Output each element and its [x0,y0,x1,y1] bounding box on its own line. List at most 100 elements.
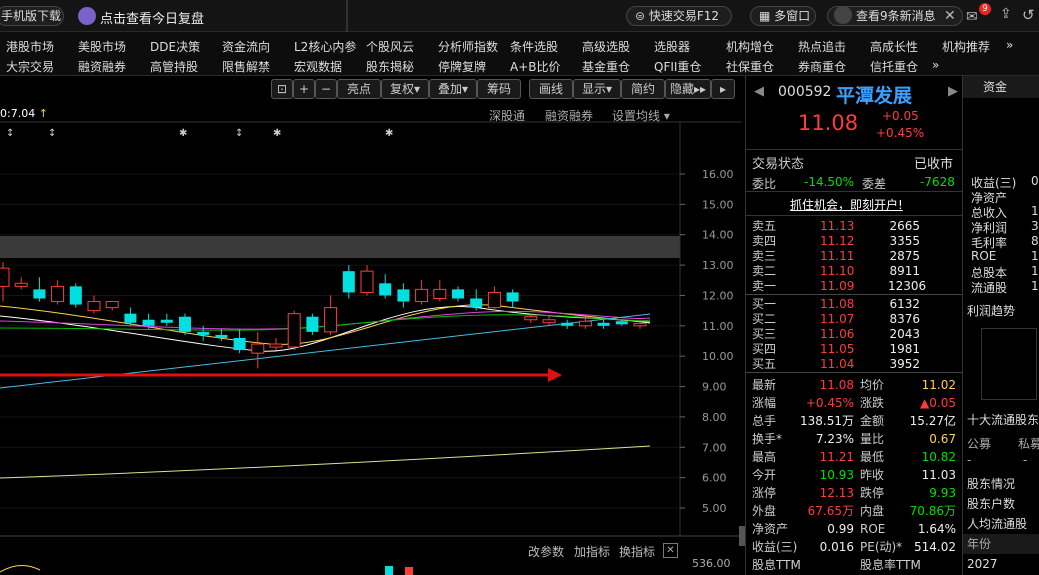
candle-body[interactable] [142,319,155,326]
nav-item[interactable]: 券商重仓 [798,58,846,75]
event-marker-icon[interactable]: ✱ [385,128,393,139]
stat-row: 换手* 7.23% 量比 0.67 [746,432,962,447]
nav-item[interactable]: 分析师指数 [438,38,498,55]
candle-body[interactable] [542,319,556,324]
nav-item[interactable]: 信托重仓 [870,58,918,75]
nav-item[interactable]: 大宗交易 [6,58,54,75]
candle-body[interactable] [597,322,610,326]
candle-body[interactable] [487,291,501,309]
nav-item[interactable]: 资金流向 [222,38,270,55]
nav-more-icon[interactable]: » [932,58,939,72]
event-marker-icon[interactable]: ↕ [235,128,243,139]
nav-more-icon[interactable]: » [1006,38,1013,52]
prev-stock-icon[interactable]: ◀ [754,84,764,99]
messages-button[interactable]: 查看9条新消息 [827,6,963,26]
stat-label: 涨跌 [860,396,885,410]
candle-body[interactable] [287,313,301,348]
candle-body[interactable] [615,321,628,325]
candle-body[interactable] [452,289,464,299]
nav-item[interactable]: 美股市场 [78,38,126,55]
candle-body[interactable] [306,316,319,332]
candle-body[interactable] [51,285,65,303]
nav-item[interactable]: 机构增仓 [726,38,774,55]
candle-body[interactable] [124,313,137,323]
nav-item[interactable]: 基金重仓 [582,58,630,75]
event-marker-icon[interactable]: ✱ [179,128,187,139]
nav-item[interactable]: 港股市场 [6,38,54,55]
switch-indicator-link[interactable]: 换指标 [619,543,655,560]
candle-body[interactable] [160,319,173,323]
candle-body[interactable] [578,320,592,327]
tab-finance[interactable]: 资金 [963,76,1039,98]
candle-body[interactable] [233,337,246,351]
candle-body[interactable] [324,307,338,333]
stat-row: 最新 11.08 均价 11.02 [746,378,962,393]
candle-body[interactable] [397,289,410,302]
candle-body[interactable] [179,316,191,332]
private-fund-value: - [1023,453,1028,467]
close-subpanel-icon[interactable]: ✕ [663,543,678,558]
nav-item[interactable]: 热点追击 [798,38,846,55]
mobile-download-button[interactable]: 手机版下载 [0,6,64,26]
nav-item[interactable]: L2核心内参 [294,38,356,55]
nav-item[interactable]: 股东揭秘 [366,58,414,75]
holder-info-label: 股东情况 [967,477,1016,491]
nav-item[interactable]: 条件选股 [510,38,558,55]
review-link[interactable]: 点击查看今日复盘 [100,8,204,27]
quick-trade-button[interactable]: ⊜ 快速交易F12 [626,6,732,26]
back-icon[interactable]: ↺ [1022,6,1035,24]
nav-item[interactable]: 融资融券 [78,58,126,75]
candle-body[interactable] [0,267,10,287]
candle-body[interactable] [561,322,574,326]
nav-item[interactable]: 限售解禁 [222,58,270,75]
candle-body[interactable] [69,286,82,305]
stat-row: 涨幅 +0.45% 涨跌 ▲0.05 [746,396,962,411]
promo-link[interactable]: 抓住机会，即刻开户! [790,196,903,213]
nav-item[interactable]: 高管持股 [150,58,198,75]
kline-chart[interactable]: ↕ ↕ ✱ ↕ ✱ ✱ 16.00 15.00 14.00 13.00 12.00 11.00 10.… [0,76,742,575]
candle-body[interactable] [251,343,265,354]
upload-icon[interactable]: ⇪ [1000,6,1012,22]
event-marker-icon[interactable]: ✱ [273,128,281,139]
nav-item[interactable]: QFII重仓 [654,58,701,75]
nav-item[interactable]: 高成长性 [870,38,918,55]
candle-body[interactable] [415,288,429,303]
candle-body[interactable] [197,331,210,335]
next-stock-icon[interactable]: ▶ [948,84,958,99]
candle-body[interactable] [524,316,538,321]
candle-body[interactable] [360,270,374,293]
nav-item[interactable]: DDE决策 [150,38,200,55]
nav-item[interactable]: 选股器 [654,38,690,55]
candle-body[interactable] [87,301,101,312]
candle-body[interactable] [269,343,283,348]
mail-icon[interactable]: ✉ [966,9,978,25]
candle-body[interactable] [379,283,392,296]
candle-body[interactable] [215,334,228,338]
candle-body[interactable] [105,301,119,309]
ma250-line [0,445,651,479]
nav-item[interactable]: 高级选股 [582,38,630,55]
multi-window-button[interactable]: ▦ 多窗口 [750,6,816,26]
nav-item[interactable]: 机构推荐 [942,38,990,55]
candle-body[interactable] [14,282,28,287]
close-icon[interactable]: ✕ [944,8,956,24]
nav-item[interactable]: 个股风云 [366,38,414,55]
add-indicator-link[interactable]: 加指标 [574,543,610,560]
candle-body[interactable] [33,289,46,299]
nav-item[interactable]: 停牌复牌 [438,58,486,75]
nav-item[interactable]: 社保重仓 [726,58,774,75]
stat-label: 最新 [752,378,777,392]
candle-body[interactable] [506,292,519,302]
candle-body[interactable] [470,298,483,308]
private-fund-label: 私募 [1018,437,1039,451]
event-marker-icon[interactable]: ↕ [48,128,56,139]
change-params-link[interactable]: 改参数 [528,543,564,560]
nav-item[interactable]: 宏观数据 [294,58,342,75]
event-marker-icon[interactable]: ↕ [6,128,14,139]
order-price: 11.12 [820,234,855,248]
candle-body[interactable] [633,322,647,327]
candle-body[interactable] [342,271,355,293]
price-change: +0.05 [882,109,919,123]
candle-body[interactable] [433,288,447,299]
nav-item[interactable]: A+B比价 [510,58,561,75]
